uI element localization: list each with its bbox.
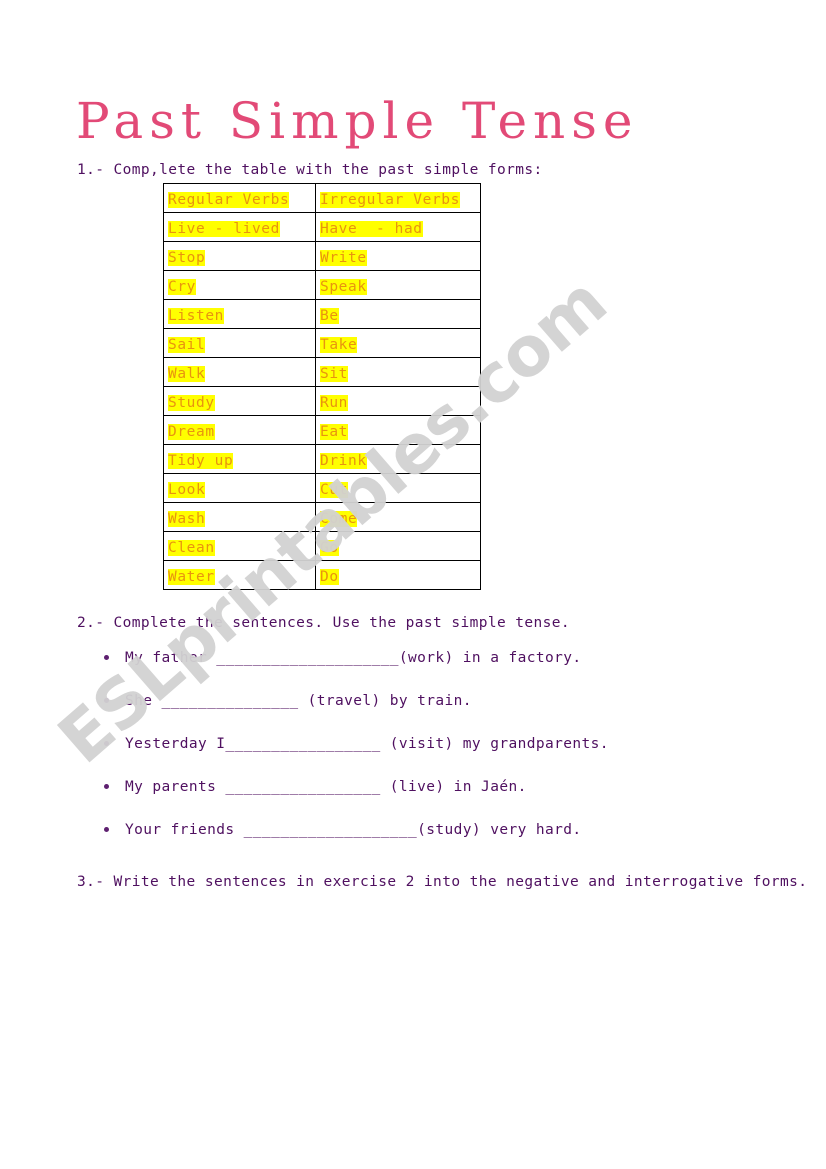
- table-row: Stop Write: [163, 241, 481, 271]
- table-cell-text: Stop: [168, 249, 206, 266]
- table-cell-text: Sit: [320, 365, 348, 382]
- bullet-icon: [104, 698, 109, 703]
- table-cell-text: Clean: [168, 539, 215, 556]
- table-row: Water Do: [163, 560, 481, 590]
- table-cell-regular[interactable]: Walk: [163, 357, 316, 387]
- table-cell-text: Walk: [168, 365, 206, 382]
- table-cell-text: Study: [168, 394, 215, 411]
- table-cell-text: Be: [320, 307, 339, 324]
- table-row: Tidy up Drink: [163, 444, 481, 474]
- table-header-cell-regular: Regular Verbs: [163, 183, 316, 213]
- table-row: Walk Sit: [163, 357, 481, 387]
- table-cell-regular[interactable]: Cry: [163, 270, 316, 300]
- exercise-2-instruction: 2.- Complete the sentences. Use the past…: [77, 615, 571, 631]
- table-cell-text: Water: [168, 568, 215, 585]
- table-row: Study Run: [163, 386, 481, 416]
- table-cell-text: Regular Verbs: [168, 191, 290, 208]
- list-item[interactable]: She _______________ (travel) by train.: [104, 691, 744, 734]
- table-cell-regular[interactable]: Tidy up: [163, 444, 316, 474]
- table-cell-irregular[interactable]: Have - had: [315, 212, 481, 242]
- verb-table-body: Regular Verbs Irregular Verbs Live - liv…: [163, 183, 481, 590]
- table-cell-text: Speak: [320, 278, 367, 295]
- exercise-1-instruction: 1.- Comp,lete the table with the past si…: [77, 162, 543, 178]
- table-row: Listen Be: [163, 299, 481, 329]
- table-cell-text: Listen: [168, 307, 224, 324]
- bullet-icon: [104, 827, 109, 832]
- table-cell-irregular[interactable]: Do: [315, 560, 481, 590]
- table-cell-regular[interactable]: Listen: [163, 299, 316, 329]
- table-cell-text: Take: [320, 336, 358, 353]
- table-cell-irregular[interactable]: Write: [315, 241, 481, 271]
- table-cell-irregular[interactable]: Drink: [315, 444, 481, 474]
- table-cell-text: Write: [320, 249, 367, 266]
- table-cell-regular[interactable]: Water: [163, 560, 316, 590]
- table-cell-text: Cry: [168, 278, 196, 295]
- bullet-icon: [104, 655, 109, 660]
- table-cell-irregular[interactable]: Speak: [315, 270, 481, 300]
- list-item[interactable]: Yesterday I_________________ (visit) my …: [104, 734, 744, 777]
- table-cell-regular[interactable]: Look: [163, 473, 316, 503]
- table-row: Live - lived Have - had: [163, 212, 481, 242]
- bullet-icon: [104, 784, 109, 789]
- table-cell-irregular[interactable]: Come: [315, 502, 481, 532]
- table-cell-irregular[interactable]: Cut: [315, 473, 481, 503]
- table-row: Wash Come: [163, 502, 481, 532]
- table-cell-irregular[interactable]: Take: [315, 328, 481, 358]
- table-cell-text: Cut: [320, 481, 348, 498]
- table-cell-text: Run: [320, 394, 348, 411]
- table-cell-regular[interactable]: Dream: [163, 415, 316, 445]
- sentence-text: Your friends ___________________(study) …: [125, 822, 582, 838]
- table-cell-text: Have - had: [320, 220, 423, 237]
- table-cell-text: Look: [168, 481, 206, 498]
- worksheet-page: Past Simple Tense 1.- Comp,lete the tabl…: [0, 0, 826, 1169]
- table-cell-irregular[interactable]: Be: [315, 299, 481, 329]
- table-cell-irregular[interactable]: Go: [315, 531, 481, 561]
- table-cell-text: Drink: [320, 452, 367, 469]
- verb-table: Regular Verbs Irregular Verbs Live - liv…: [163, 183, 481, 590]
- table-cell-irregular[interactable]: Run: [315, 386, 481, 416]
- list-item[interactable]: My father ____________________(work) in …: [104, 648, 744, 691]
- list-item[interactable]: My parents _________________ (live) in J…: [104, 777, 744, 820]
- table-cell-text: Dream: [168, 423, 215, 440]
- table-cell-regular[interactable]: Study: [163, 386, 316, 416]
- table-cell-regular[interactable]: Live - lived: [163, 212, 316, 242]
- table-cell-text: Eat: [320, 423, 348, 440]
- table-cell-text: Come: [320, 510, 358, 527]
- table-header-cell-irregular: Irregular Verbs: [315, 183, 481, 213]
- table-header-row: Regular Verbs Irregular Verbs: [163, 183, 481, 213]
- table-cell-irregular[interactable]: Eat: [315, 415, 481, 445]
- table-cell-text: Tidy up: [168, 452, 234, 469]
- bullet-icon: [104, 741, 109, 746]
- table-cell-regular[interactable]: Sail: [163, 328, 316, 358]
- page-title: Past Simple Tense: [76, 92, 639, 150]
- table-cell-regular[interactable]: Clean: [163, 531, 316, 561]
- table-cell-text: Sail: [168, 336, 206, 353]
- list-item[interactable]: Your friends ___________________(study) …: [104, 820, 744, 863]
- table-row: Dream Eat: [163, 415, 481, 445]
- table-cell-irregular[interactable]: Sit: [315, 357, 481, 387]
- table-row: Clean Go: [163, 531, 481, 561]
- table-row: Look Cut: [163, 473, 481, 503]
- table-cell-text: Live - lived: [168, 220, 280, 237]
- table-cell-text: Do: [320, 568, 339, 585]
- exercise-3-instruction: 3.- Write the sentences in exercise 2 in…: [77, 874, 808, 890]
- sentence-text: She _______________ (travel) by train.: [125, 693, 472, 709]
- table-cell-text: Wash: [168, 510, 206, 527]
- sentence-text: Yesterday I_________________ (visit) my …: [125, 736, 609, 752]
- sentence-text: My parents _________________ (live) in J…: [125, 779, 527, 795]
- sentence-text: My father ____________________(work) in …: [125, 650, 582, 666]
- table-cell-text: Irregular Verbs: [320, 191, 460, 208]
- table-row: Sail Take: [163, 328, 481, 358]
- table-cell-regular[interactable]: Wash: [163, 502, 316, 532]
- exercise-2-sentence-list: My father ____________________(work) in …: [104, 648, 744, 863]
- table-cell-regular[interactable]: Stop: [163, 241, 316, 271]
- table-cell-text: Go: [320, 539, 339, 556]
- table-row: Cry Speak: [163, 270, 481, 300]
